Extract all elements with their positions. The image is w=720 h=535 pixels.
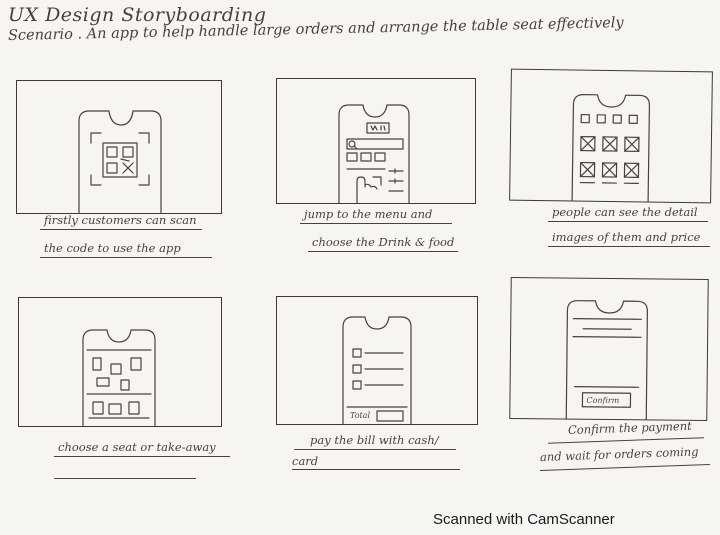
panel-4-caption-line-1: choose a seat or take-away [58,440,216,454]
confirm-button-sketch-label: Confirm [586,396,619,405]
storyboard-panel-5: Total [276,296,478,425]
storyboard-panel-6: Confirm [509,276,709,422]
panel-3-caption-underline [548,221,708,223]
phone-sketch-confirm: Confirm [565,300,648,420]
panel-1-caption-line-2: the code to use the app [44,241,181,255]
storyboard-panel-3 [509,68,713,204]
phone-sketch-menu [338,104,410,204]
panel-4-caption-underline-2 [54,478,196,480]
phone-sketch-qr-scan [78,110,162,214]
storyboard-panel-4 [18,297,222,427]
panel-3-caption-line-2: images of them and price [552,230,701,244]
storyboard-panel-1 [16,80,222,214]
panel-6-caption-underline [548,437,704,445]
panel-2-caption-line-2: choose the Drink & food [312,235,455,249]
panel-3-caption-line-1: people can see the detail [552,205,698,219]
panel-1-caption-line-1: firstly customers can scan [44,213,197,227]
phone-sketch-detail-images [571,94,651,203]
panel-5-caption-underline [294,449,456,451]
panel-6-caption-line-2: and wait for orders coming [539,444,699,464]
panel-1-caption-underline-2 [40,257,212,259]
panel-5-caption-line-1: pay the bill with cash/ [310,433,439,447]
panel-6-caption-line-1: Confirm the payment [567,418,692,437]
panel-5-caption-underline-2 [292,469,460,471]
panel-5-caption-line-2: card [292,454,319,468]
panel-2-caption-underline [300,223,452,225]
phone-sketch-bill: Total [342,316,412,425]
storyboard-panel-2 [276,78,476,204]
panel-2-caption-line-1: jump to the menu and [304,207,433,221]
panel-2-caption-underline-2 [308,251,458,253]
bill-total-label: Total [350,411,371,420]
panel-6-caption-underline-2 [540,464,710,472]
camscanner-watermark: Scanned with CamScanner [433,511,615,528]
panel-4-caption-underline [54,456,230,458]
panel-1-caption-underline [40,229,202,231]
panel-3-caption-underline-2 [548,246,710,248]
phone-sketch-seat-map [82,329,156,427]
